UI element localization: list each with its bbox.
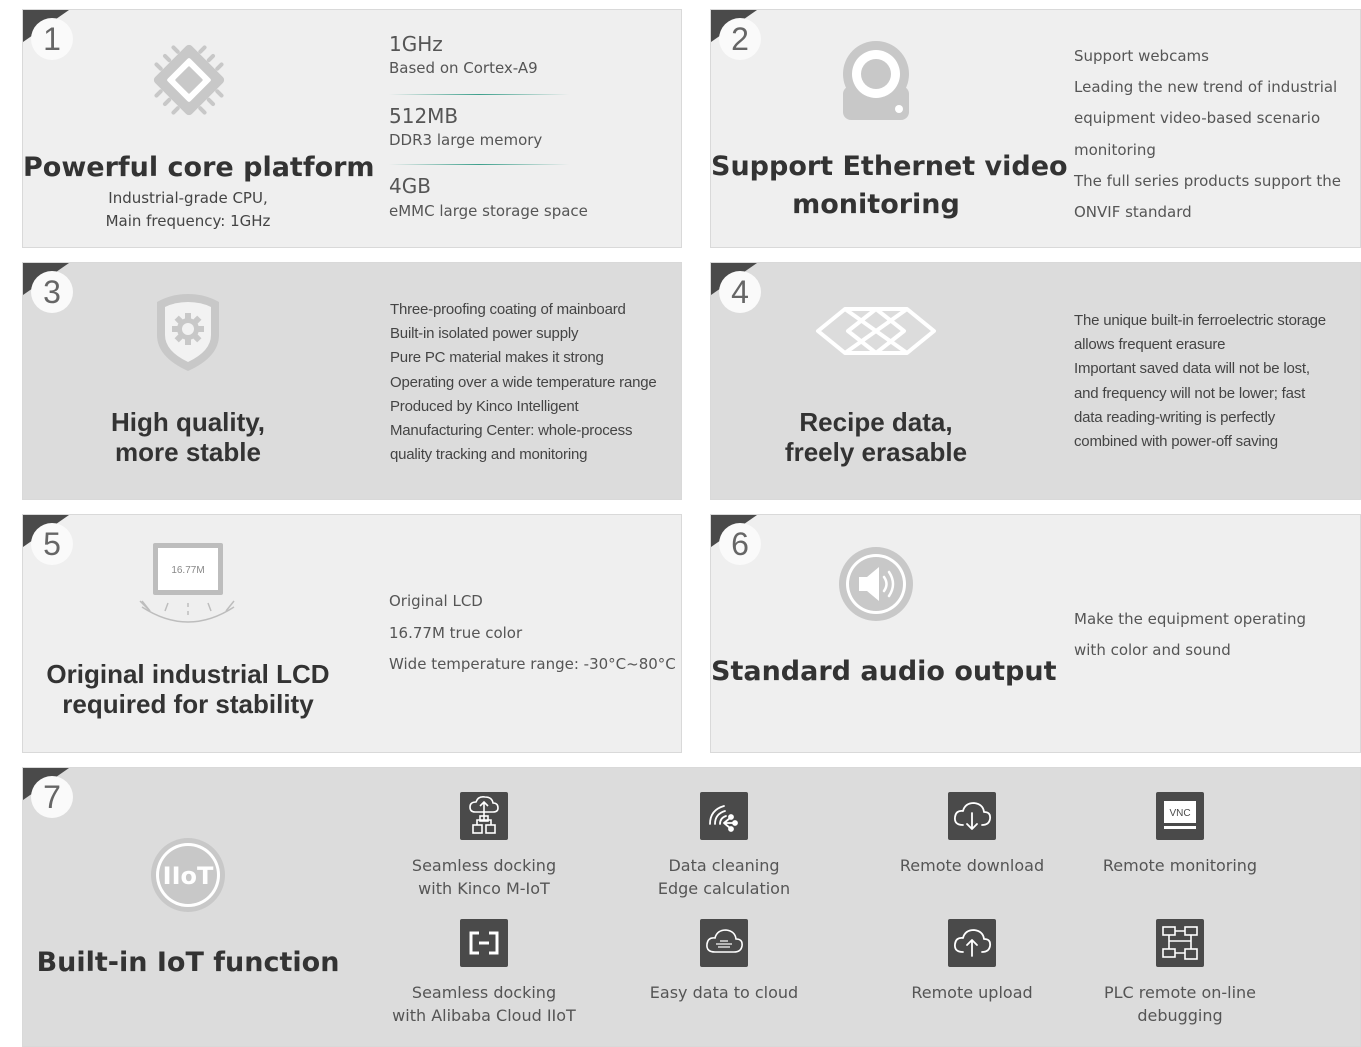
cloud-download-icon bbox=[948, 792, 996, 840]
card-number: 5 bbox=[31, 523, 73, 565]
feature-card-core-platform: 1 Powerful core platform Industrial-grad… bbox=[22, 9, 682, 248]
feature-point: Support webcams bbox=[1074, 47, 1209, 65]
feature-point: with color and sound bbox=[1074, 641, 1231, 659]
feature-points: Three-proofing coating of mainboard Buil… bbox=[390, 298, 657, 467]
feature-point: Important saved data will not be lost, bbox=[1074, 360, 1310, 378]
edge-signal-icon bbox=[700, 792, 748, 840]
feature-point: data reading-writing is perfectly bbox=[1074, 408, 1275, 426]
card-number: 2 bbox=[719, 18, 761, 60]
feature-card-lcd: 5 16.77M Original industrial LCD require… bbox=[22, 514, 682, 753]
feature-point: quality tracking and monitoring bbox=[390, 446, 588, 464]
feature-points: Support webcams Leading the new trend of… bbox=[1074, 41, 1341, 228]
card-title: Support Ethernet video monitoring bbox=[711, 151, 1068, 220]
cloud-upload-icon bbox=[948, 919, 996, 967]
iiot-badge-icon: IIoT bbox=[151, 838, 225, 912]
feature-point: The full series products support the bbox=[1074, 171, 1341, 190]
spec-divider bbox=[389, 94, 569, 95]
feature-label-remote-download: Remote download bbox=[899, 856, 1045, 875]
feature-label-alibaba: Seamless docking with Alibaba Cloud IIoT bbox=[392, 983, 576, 1025]
feature-points: Make the equipment operating with color … bbox=[1074, 604, 1306, 666]
feature-point: combined with power-off saving bbox=[1074, 433, 1278, 451]
feature-point: The unique built-in ferroelectric storag… bbox=[1074, 312, 1326, 329]
feature-point: Produced by Kinco Intelligent bbox=[390, 397, 579, 415]
feature-point: ONVIF standard bbox=[1074, 203, 1192, 222]
spec-divider bbox=[389, 164, 569, 165]
plc-debug-icon bbox=[1156, 919, 1204, 967]
feature-card-audio: 6 Standard audio output Make the equipme… bbox=[710, 514, 1361, 753]
svg-text:IIoT: IIoT bbox=[163, 862, 214, 890]
feature-points: The unique built-in ferroelectric storag… bbox=[1074, 309, 1326, 454]
card-title: Original industrial LCD required for sta… bbox=[46, 659, 330, 719]
feature-point: Leading the new trend of industrial bbox=[1074, 78, 1338, 97]
feature-point: monitoring bbox=[1074, 140, 1156, 159]
card-title: Standard audio output bbox=[711, 656, 1057, 687]
spec-value-storage: 4GB bbox=[389, 174, 431, 198]
feature-label-edge: Data cleaning Edge calculation bbox=[657, 856, 791, 898]
card-number: 4 bbox=[719, 271, 761, 313]
feature-point: Original LCD bbox=[389, 592, 483, 610]
feature-point: allows frequent erasure bbox=[1074, 336, 1226, 354]
speaker-icon bbox=[839, 547, 913, 621]
shield-gear-icon bbox=[157, 294, 219, 371]
spec-value-cpu: 1GHz bbox=[389, 32, 443, 56]
card-number: 3 bbox=[31, 271, 73, 313]
spec-desc-memory: DDR3 large memory bbox=[389, 131, 543, 149]
data-cloud-icon bbox=[700, 919, 748, 967]
feature-point: 16.77M true color bbox=[389, 623, 523, 642]
card-number: 7 bbox=[31, 776, 73, 818]
ferroelectric-chip-icon bbox=[816, 307, 936, 355]
spec-desc-storage: eMMC large storage space bbox=[389, 202, 588, 220]
feature-point: Built-in isolated power supply bbox=[390, 325, 579, 343]
feature-label-remote-monitoring: Remote monitoring bbox=[1102, 856, 1258, 875]
vnc-monitor-icon: VNC bbox=[1156, 792, 1204, 840]
webcam-icon bbox=[843, 41, 909, 120]
card-title: Powerful core platform bbox=[23, 152, 375, 183]
feature-point: Manufacturing Center: whole-process bbox=[390, 422, 633, 440]
feature-label-remote-upload: Remote upload bbox=[911, 983, 1033, 1002]
feature-point: Operating over a wide temperature range bbox=[390, 373, 657, 391]
card-title: Built-in IoT function bbox=[36, 947, 340, 978]
feature-point: Pure PC material makes it strong bbox=[390, 349, 604, 367]
feature-card-iot: 7 IIoT Built-in IoT function Seamless do… bbox=[22, 767, 1361, 1047]
feature-label-plc-debugging: PLC remote on-line debugging bbox=[1103, 983, 1257, 1025]
feature-point: Make the equipment operating bbox=[1074, 610, 1306, 628]
feature-point: and frequency will not be lower; fast bbox=[1074, 384, 1306, 402]
alibaba-cloud-icon bbox=[460, 919, 508, 967]
feature-card-quality: 3 High quality, more stable Three-proofi… bbox=[22, 262, 682, 500]
card-title: Recipe data, freely erasable bbox=[784, 407, 968, 467]
feature-point: equipment video-based scenario bbox=[1074, 109, 1321, 128]
feature-point: Three-proofing coating of mainboard bbox=[390, 301, 626, 318]
chip-icon bbox=[153, 44, 225, 116]
feature-card-video-monitoring: 2 Support Ethernet video monitoring Supp… bbox=[710, 9, 1361, 248]
feature-points: Original LCD 16.77M true color Wide temp… bbox=[389, 586, 676, 681]
feature-label-data-cloud: Easy data to cloud bbox=[649, 983, 799, 1002]
card-number: 1 bbox=[31, 18, 73, 60]
card-title: High quality, more stable bbox=[110, 407, 266, 467]
feature-point: Wide temperature range: -30°C~80°C bbox=[389, 655, 676, 673]
card-number: 6 bbox=[719, 523, 761, 565]
card-subtitle: Industrial-grade CPU, Main frequency: 1G… bbox=[105, 189, 271, 230]
feature-card-recipe-data: 4 Recipe data, freely erasable The uniqu… bbox=[710, 262, 1361, 500]
feature-label-m-iot: Seamless docking with Kinco M-IoT bbox=[411, 856, 557, 898]
svg-text:16.77M: 16.77M bbox=[171, 565, 204, 576]
spec-desc-cpu: Based on Cortex-A9 bbox=[389, 59, 538, 77]
spec-value-memory: 512MB bbox=[389, 104, 459, 128]
cloud-network-icon bbox=[460, 792, 508, 840]
svg-text:VNC: VNC bbox=[1169, 808, 1190, 819]
lcd-screen-icon: 16.77M bbox=[139, 543, 235, 623]
